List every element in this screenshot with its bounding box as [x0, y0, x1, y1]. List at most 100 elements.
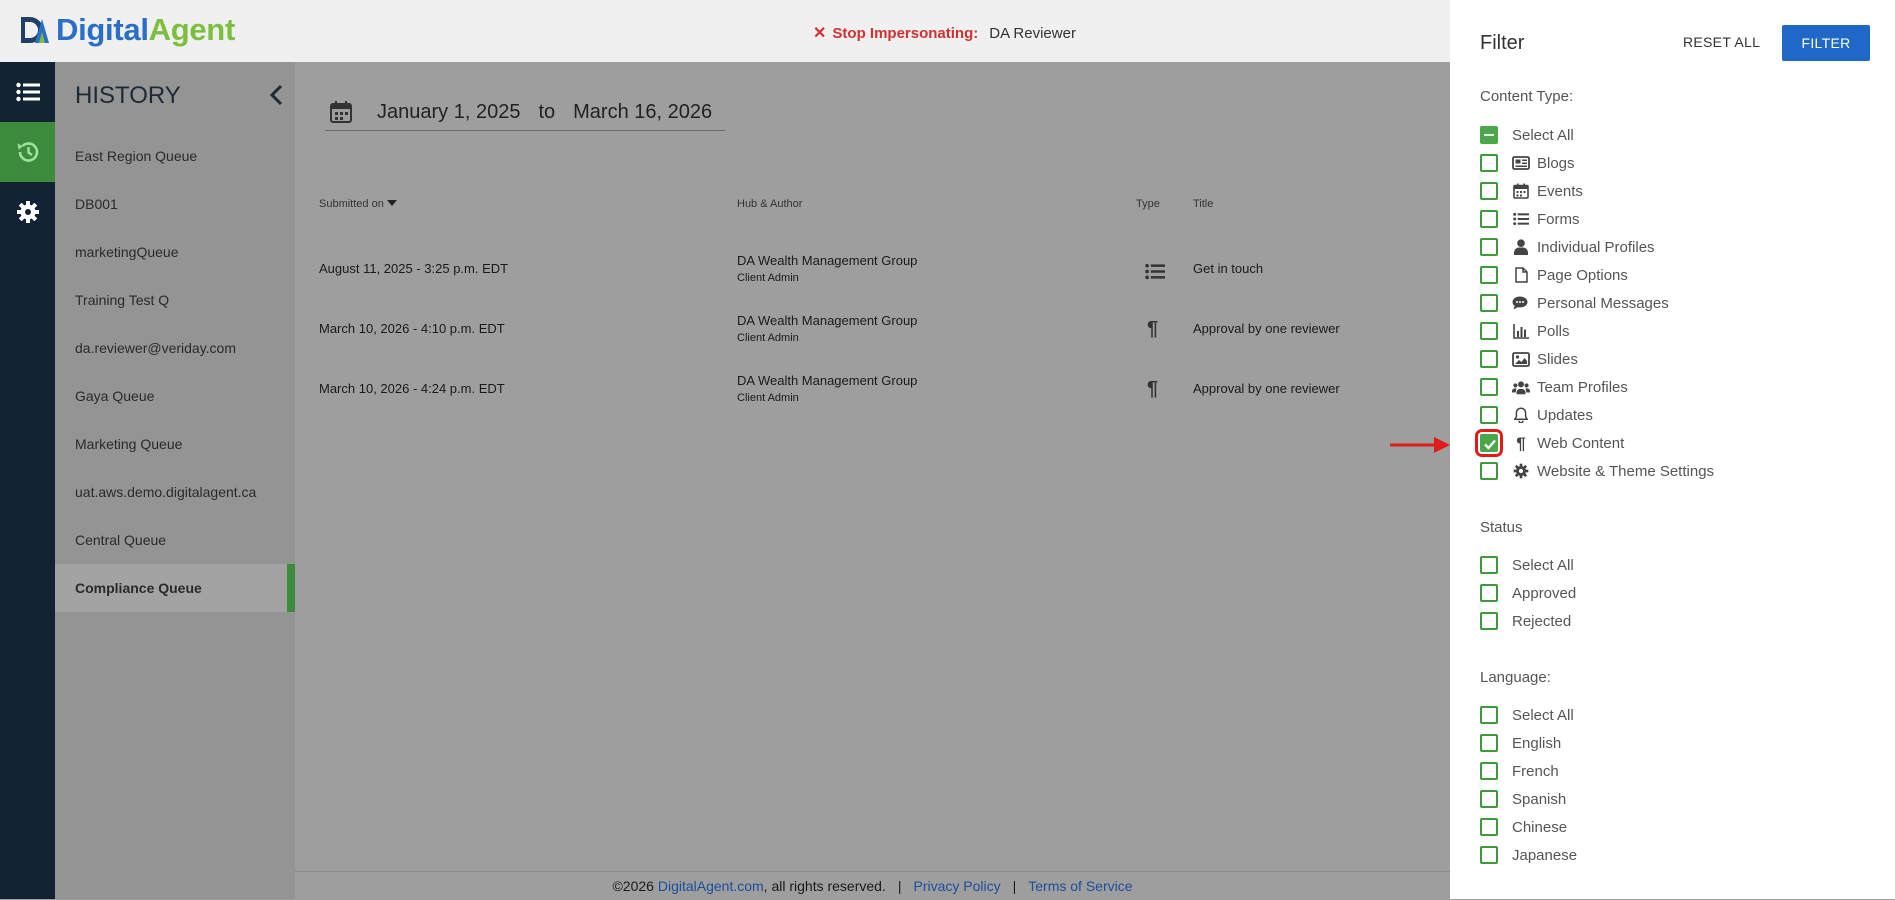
pilcrow-icon: ¶: [1147, 378, 1159, 400]
filter-option-updates[interactable]: Updates: [1480, 403, 1593, 427]
checkbox[interactable]: [1480, 406, 1498, 424]
stop-impersonating-link[interactable]: ✕ Stop Impersonating: DA Reviewer: [813, 23, 1076, 43]
checkbox[interactable]: [1480, 762, 1498, 780]
reset-all-button[interactable]: RESET ALL: [1683, 34, 1760, 50]
filter-button[interactable]: FILTER: [1782, 25, 1870, 61]
content-title[interactable]: Get in touch: [1193, 261, 1263, 276]
content-title[interactable]: Approval by one reviewer: [1193, 321, 1340, 336]
bar-chart-icon: [1512, 322, 1530, 340]
checkbox-indeterminate[interactable]: [1480, 126, 1498, 144]
checkbox[interactable]: [1480, 584, 1498, 602]
filter-option-individual-profiles[interactable]: Individual Profiles: [1480, 235, 1655, 259]
filter-option-spanish[interactable]: Spanish: [1480, 787, 1566, 811]
status-label: Status: [1480, 519, 1523, 536]
checkbox[interactable]: [1480, 790, 1498, 808]
rail-item-settings[interactable]: [0, 182, 55, 242]
filter-option-label: Select All: [1512, 556, 1574, 574]
filter-option-label: Blogs: [1537, 154, 1575, 172]
checkbox[interactable]: [1480, 846, 1498, 864]
filter-option-label: Individual Profiles: [1537, 238, 1655, 256]
footer-separator: |: [897, 878, 902, 894]
calendar-icon: [1512, 182, 1530, 200]
privacy-policy-link[interactable]: Privacy Policy: [913, 878, 1000, 894]
filter-option-select-all[interactable]: Select All: [1480, 703, 1574, 727]
checkbox[interactable]: [1480, 350, 1498, 368]
checkbox[interactable]: [1480, 706, 1498, 724]
filter-option-events[interactable]: Events: [1480, 179, 1583, 203]
filter-option-label: Page Options: [1537, 266, 1628, 284]
filter-option-page-options[interactable]: Page Options: [1480, 263, 1628, 287]
chevron-left-icon[interactable]: [265, 83, 289, 107]
filter-option-team-profiles[interactable]: Team Profiles: [1480, 375, 1628, 399]
column-header-title[interactable]: Title: [1193, 198, 1213, 210]
date-from[interactable]: January 1, 2025: [377, 101, 520, 124]
checkbox[interactable]: [1480, 294, 1498, 312]
sidebar-item-queue[interactable]: DB001: [55, 180, 295, 228]
checkbox[interactable]: [1480, 612, 1498, 630]
sidebar-item-queue[interactable]: Gaya Queue: [55, 372, 295, 420]
filter-option-rejected[interactable]: Rejected: [1480, 609, 1571, 633]
sidebar-item-queue[interactable]: uat.aws.demo.digitalagent.ca: [55, 468, 295, 516]
checkbox[interactable]: [1480, 378, 1498, 396]
filter-option-english[interactable]: English: [1480, 731, 1561, 755]
filter-option-label: Rejected: [1512, 612, 1572, 630]
checkbox[interactable]: [1480, 182, 1498, 200]
sidebar-item-queue[interactable]: Training Test Q: [55, 276, 295, 324]
filter-option-forms[interactable]: Forms: [1480, 207, 1580, 231]
sidebar-item-queue[interactable]: East Region Queue: [55, 132, 295, 180]
filter-option-label: French: [1512, 762, 1559, 780]
filter-option-website-and-theme-settings[interactable]: Website & Theme Settings: [1480, 459, 1714, 483]
checkbox[interactable]: [1480, 818, 1498, 836]
filter-option-label: Japanese: [1512, 846, 1578, 864]
checkbox[interactable]: [1480, 238, 1498, 256]
filter-option-select-all[interactable]: Select All: [1480, 123, 1574, 147]
history-icon: [17, 142, 38, 162]
filter-option-label: Website & Theme Settings: [1537, 462, 1715, 480]
checkbox[interactable]: [1480, 556, 1498, 574]
rail-item-queue[interactable]: [0, 62, 55, 122]
table-row[interactable]: March 10, 2026 - 4:10 p.m. EDT DA Wealth…: [295, 306, 1450, 366]
date-range-picker[interactable]: January 1, 2025 to March 16, 2026: [325, 94, 725, 131]
table-row[interactable]: March 10, 2026 - 4:24 p.m. EDT DA Wealth…: [295, 366, 1450, 426]
column-header-hub-author[interactable]: Hub & Author: [737, 198, 802, 210]
filter-option-select-all[interactable]: Select All: [1480, 553, 1574, 577]
close-icon: ✕: [813, 25, 827, 42]
logo-mark-icon: [21, 17, 49, 43]
column-header-type[interactable]: Type: [1136, 198, 1160, 210]
filter-option-approved[interactable]: Approved: [1480, 581, 1576, 605]
sidebar-item-queue[interactable]: Compliance Queue: [55, 564, 295, 612]
filter-option-french[interactable]: French: [1480, 759, 1559, 783]
sidebar-item-queue[interactable]: Marketing Queue: [55, 420, 295, 468]
table-row[interactable]: August 11, 2025 - 3:25 p.m. EDT DA Wealt…: [295, 246, 1450, 306]
content-title[interactable]: Approval by one reviewer: [1193, 381, 1340, 396]
sidebar-item-queue[interactable]: da.reviewer@veriday.com: [55, 324, 295, 372]
digitalagent-logo[interactable]: DigitalAgent: [18, 12, 235, 48]
checkbox[interactable]: [1480, 266, 1498, 284]
checkbox[interactable]: [1480, 462, 1498, 480]
filter-option-label: Spanish: [1512, 790, 1567, 808]
filter-option-chinese[interactable]: Chinese: [1480, 815, 1567, 839]
filter-option-polls[interactable]: Polls: [1480, 319, 1570, 343]
footer-copyright: ©2026 DigitalAgent.com, all rights reser…: [612, 878, 886, 894]
checkbox[interactable]: [1480, 210, 1498, 228]
sidebar-item-queue[interactable]: marketingQueue: [55, 228, 295, 276]
list-icon: [1512, 210, 1530, 228]
terms-of-service-link[interactable]: Terms of Service: [1028, 878, 1132, 894]
filter-option-personal-messages[interactable]: Personal Messages: [1480, 291, 1669, 315]
checkbox[interactable]: [1480, 154, 1498, 172]
sidebar-item-queue[interactable]: Central Queue: [55, 516, 295, 564]
filter-option-blogs[interactable]: Blogs: [1480, 151, 1575, 175]
filter-option-japanese[interactable]: Japanese: [1480, 843, 1577, 867]
filter-option-web-content[interactable]: ¶ Web Content: [1475, 429, 1624, 457]
footer-site-link[interactable]: DigitalAgent.com: [658, 878, 764, 894]
bell-icon: [1512, 406, 1530, 424]
column-header-submitted[interactable]: Submitted on: [319, 198, 397, 210]
rail-item-history[interactable]: [0, 122, 55, 182]
checkbox[interactable]: [1480, 322, 1498, 340]
checkbox-checked[interactable]: [1475, 429, 1503, 457]
list-icon: [1145, 263, 1165, 280]
filter-option-slides[interactable]: Slides: [1480, 347, 1578, 371]
list-icon: [15, 82, 40, 102]
checkbox[interactable]: [1480, 734, 1498, 752]
date-to[interactable]: March 16, 2026: [573, 101, 712, 124]
